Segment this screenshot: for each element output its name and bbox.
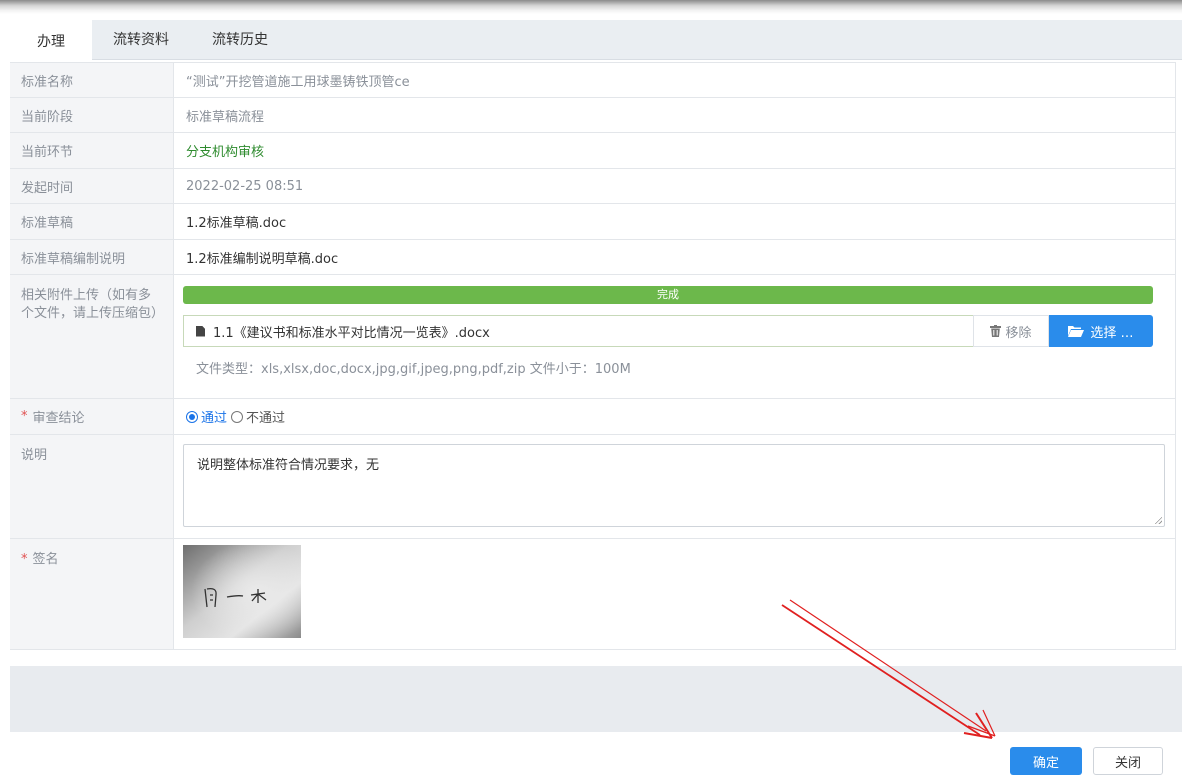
folder-open-icon: [1068, 326, 1085, 337]
label-draft-note: 标准草稿编制说明: [10, 240, 174, 274]
row-current-step: 当前环节 分支机构审核: [10, 133, 1176, 169]
uploaded-file-field: 1.1《建议书和标准水平对比情况一览表》.docx: [183, 315, 973, 347]
radio-pass[interactable]: [186, 410, 198, 423]
upload-progress-bar: 完成: [183, 286, 1153, 304]
note-textarea[interactable]: 说明整体标准符合情况要求，无: [183, 444, 1165, 527]
select-file-label: 选择 …: [1090, 325, 1134, 341]
note-text: 说明整体标准符合情况要求，无: [197, 458, 380, 473]
required-mark: *: [21, 409, 28, 424]
label-review-text: 审查结论: [32, 411, 85, 426]
required-mark: *: [21, 552, 28, 567]
row-draft: 标准草稿 1.2标准草稿.doc: [10, 204, 1176, 240]
value-draft-note-file[interactable]: 1.2标准编制说明草稿.doc: [174, 240, 1176, 274]
row-start-time: 发起时间 2022-02-25 08:51: [10, 169, 1176, 204]
row-review: * 审查结论 通过 不通过: [10, 399, 1176, 435]
row-standard-name: 标准名称 “测试”开挖管道施工用球墨铸铁顶管ce: [10, 63, 1176, 98]
value-current-stage: 标准草稿流程: [174, 98, 1176, 132]
label-current-stage: 当前阶段: [10, 98, 174, 132]
tab-history[interactable]: 流转历史: [190, 20, 290, 60]
review-radio-group: 通过 不通过: [174, 399, 1176, 434]
value-standard-name: “测试”开挖管道施工用球墨铸铁顶管ce: [174, 63, 1176, 97]
remove-file-label: 移除: [1005, 325, 1032, 341]
label-note: 说明: [10, 435, 174, 538]
radio-pass-label[interactable]: 通过: [201, 407, 227, 426]
label-standard-name: 标准名称: [10, 63, 174, 97]
label-current-step: 当前环节: [10, 133, 174, 168]
label-draft: 标准草稿: [10, 204, 174, 239]
confirm-button[interactable]: 确定: [1010, 747, 1082, 775]
resize-grip-icon[interactable]: [1154, 516, 1162, 524]
tab-materials[interactable]: 流转资料: [92, 20, 190, 60]
uploaded-file-name: 1.1《建议书和标准水平对比情况一览表》.docx: [213, 325, 490, 341]
value-draft-file[interactable]: 1.2标准草稿.doc: [174, 204, 1176, 239]
trash-icon: [990, 325, 1002, 337]
label-start-time: 发起时间: [10, 169, 174, 203]
select-file-button[interactable]: 选择 …: [1049, 315, 1153, 347]
close-button[interactable]: 关闭: [1093, 747, 1163, 775]
footer-bar: [10, 666, 1182, 732]
signature-image: [183, 545, 301, 638]
row-current-stage: 当前阶段 标准草稿流程: [10, 98, 1176, 133]
radio-fail[interactable]: [231, 410, 244, 423]
row-draft-note: 标准草稿编制说明 1.2标准编制说明草稿.doc: [10, 240, 1176, 275]
tab-bar: 办理 流转资料 流转历史: [10, 20, 1182, 61]
label-review: * 审查结论: [10, 399, 174, 434]
label-signature-text: 签名: [32, 552, 59, 567]
file-type-hint: 文件类型：xls,xlsx,doc,docx,jpg,gif,jpeg,png,…: [196, 362, 631, 377]
label-attachment: 相关附件上传（如有多个文件，请上传压缩包）: [10, 275, 174, 398]
remove-file-button[interactable]: 移除: [973, 315, 1049, 347]
dialog-frame: 办理 流转资料 流转历史 标准名称 “测试”开挖管道施工用球墨铸铁顶管ce 当前…: [10, 20, 1182, 776]
window-top-shadow: [0, 0, 1182, 14]
tab-handle[interactable]: 办理: [10, 20, 92, 61]
value-start-time: 2022-02-25 08:51: [174, 169, 1176, 203]
label-signature: * 签名: [10, 539, 174, 649]
value-current-step: 分支机构审核: [174, 133, 1176, 168]
file-icon: [196, 325, 205, 337]
radio-fail-label[interactable]: 不通过: [246, 407, 285, 426]
